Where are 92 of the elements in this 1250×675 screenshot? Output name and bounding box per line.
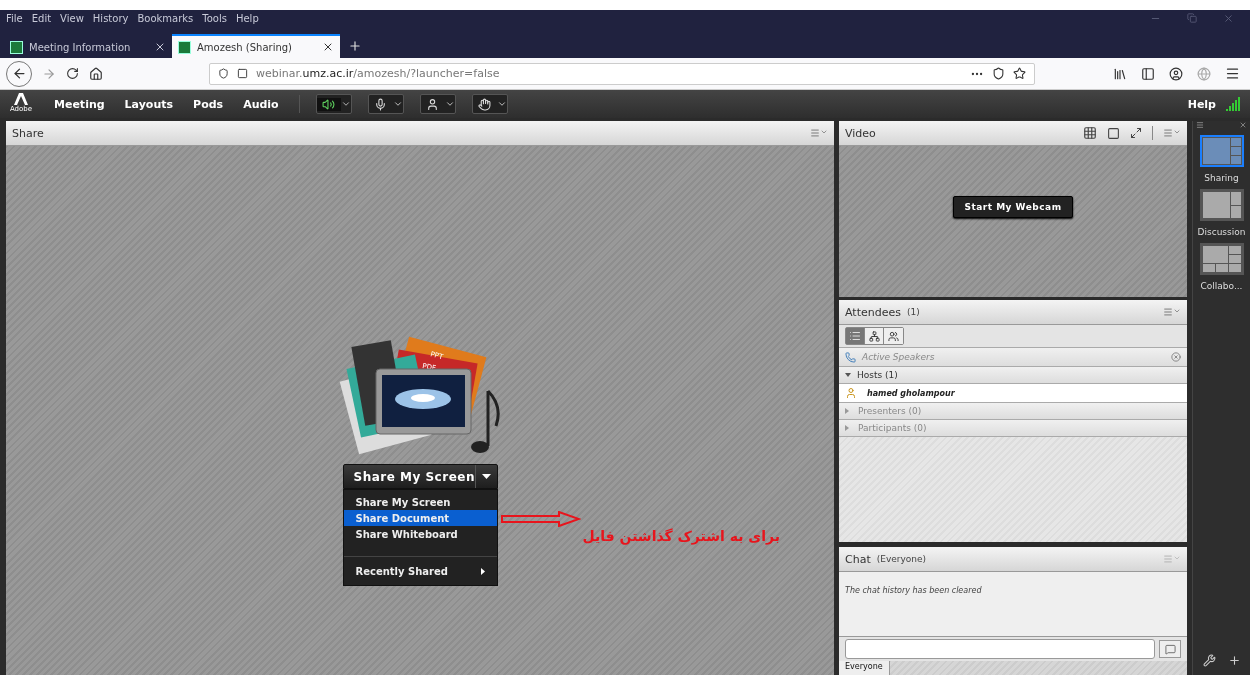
globe-icon <box>1197 66 1211 81</box>
close-icon <box>154 41 166 53</box>
layout-label: Discussion <box>1197 227 1246 237</box>
pod-title: Chat <box>845 552 871 566</box>
forward-icon <box>42 66 56 81</box>
caret-icon <box>444 99 455 109</box>
chat-message: The chat history has been cleared <box>845 586 982 595</box>
chat-tab[interactable]: Everyone <box>839 661 890 675</box>
tools-icon <box>1202 654 1216 667</box>
toolbar-menu[interactable]: Meeting <box>54 97 105 111</box>
shield-icon <box>218 68 229 79</box>
new-tab-icon <box>348 39 362 53</box>
toolbar-menu[interactable]: Pods <box>193 97 224 111</box>
start-webcam-button[interactable]: Start My Webcam <box>953 195 1073 218</box>
share-screen-button[interactable]: Share My Screen <box>342 464 498 489</box>
chat-scope: (Everyone) <box>876 554 927 564</box>
menu-item[interactable]: Help <box>235 12 259 24</box>
people-icon <box>888 330 899 342</box>
favicon-icon <box>178 40 191 54</box>
speaker-icon <box>322 97 336 111</box>
browser-tab[interactable]: Meeting Information <box>4 34 172 58</box>
active-speakers-label: Active Speakers <box>862 352 935 362</box>
close-icon <box>1171 352 1181 362</box>
menu-item[interactable]: Edit <box>31 12 52 24</box>
raise-hand-button[interactable] <box>471 94 508 114</box>
add-icon <box>1227 654 1241 667</box>
bookmark-star-icon <box>1013 67 1026 80</box>
close-icon <box>1223 12 1234 24</box>
layout-thumbnail[interactable] <box>1199 243 1244 275</box>
grid-view-icon <box>1083 126 1097 140</box>
menu-item[interactable]: Share Whiteboard <box>343 526 497 542</box>
network-icon <box>868 330 880 342</box>
menu-icon <box>1196 121 1204 129</box>
browser-tab[interactable]: Amozesh (Sharing) <box>172 34 340 58</box>
layout-thumbnail[interactable] <box>1199 189 1244 221</box>
attendee-name: hamed gholampour <box>867 388 955 398</box>
menu-item[interactable]: View <box>60 12 84 24</box>
hand-icon <box>478 97 492 111</box>
help-menu[interactable]: Help <box>1187 97 1216 111</box>
microphone-icon <box>374 97 388 111</box>
account-icon <box>1169 66 1183 81</box>
attendee-group[interactable]: Hosts (1) <box>839 367 1187 384</box>
annotation-text: برای به اشترک گذاشتن فایل <box>582 528 780 544</box>
speaker-button[interactable] <box>315 94 352 114</box>
pod-title: Attendees <box>845 305 901 319</box>
microphone-button[interactable] <box>367 94 404 114</box>
list-icon <box>849 330 861 342</box>
layout-thumbnail[interactable] <box>1199 135 1244 167</box>
pod-title: Share <box>12 126 44 140</box>
caret-icon <box>340 99 351 109</box>
menu-item[interactable]: History <box>92 12 129 24</box>
host-icon <box>845 387 857 399</box>
favicon-icon <box>10 40 23 54</box>
menu-item[interactable]: Bookmarks <box>137 12 194 24</box>
phone-icon <box>845 351 856 363</box>
caret-icon <box>481 474 491 479</box>
submenu-item[interactable]: Recently Shared <box>343 557 497 585</box>
submenu-arrow-icon <box>480 567 485 575</box>
chat-input[interactable] <box>845 639 1155 659</box>
menu-item[interactable]: Tools <box>202 12 227 24</box>
menu-icon <box>1225 66 1240 81</box>
home-icon <box>89 66 103 81</box>
library-icon <box>1113 66 1127 81</box>
webcam-button[interactable] <box>419 94 456 114</box>
menu-item[interactable]: File <box>6 12 23 24</box>
single-view-icon <box>1107 126 1120 140</box>
breakout-view-button[interactable] <box>865 328 884 344</box>
toolbar-menu[interactable]: Audio <box>243 97 279 111</box>
layout-label: Sharing <box>1204 173 1239 183</box>
tab-title: Amozesh (Sharing) <box>197 41 294 53</box>
menu-item[interactable]: Share My Screen <box>343 494 497 510</box>
person-icon <box>426 97 440 111</box>
signal-icon <box>1226 97 1240 111</box>
menu-item[interactable]: Share Document <box>343 510 497 526</box>
restore-icon <box>1187 12 1197 23</box>
speech-bubble-icon <box>1164 643 1176 655</box>
send-button[interactable] <box>1159 640 1181 658</box>
status-view-button[interactable] <box>884 328 903 344</box>
toolbar-menu[interactable]: Layouts <box>124 97 174 111</box>
address-bar[interactable]: webinar.umz.ac.ir/amozesh/?launcher=false <box>209 62 1035 85</box>
tab-title: Meeting Information <box>29 41 132 53</box>
reload-icon <box>66 67 79 80</box>
attendee-count: (1) <box>906 307 920 317</box>
pod-title: Video <box>845 126 876 140</box>
url-text: webinar.umz.ac.ir/amozesh/?launcher=false <box>256 67 501 80</box>
close-icon <box>322 41 334 53</box>
close-icon <box>1239 121 1247 129</box>
layout-label: Collabo... <box>1200 281 1243 291</box>
caret-icon <box>496 99 507 109</box>
sidebar-icon <box>1141 66 1155 81</box>
caret-icon <box>392 99 403 109</box>
fullscreen-icon <box>1130 127 1142 139</box>
